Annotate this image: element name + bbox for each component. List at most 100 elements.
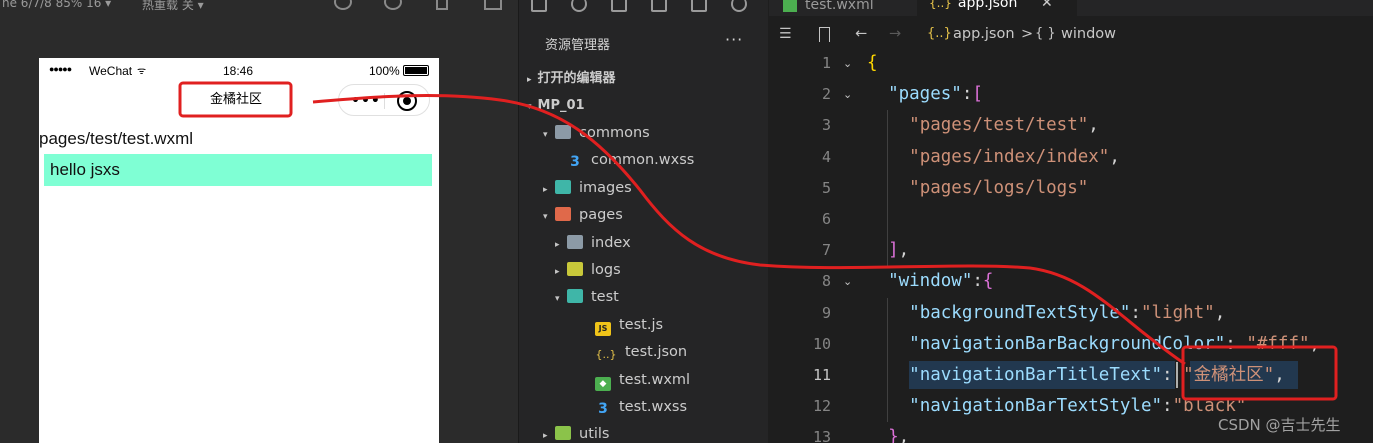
- code-line[interactable]: "navigationBarTitleText": "金橘社区",: [867, 360, 1285, 391]
- battery-icon: [403, 65, 429, 76]
- tree-item-label: test: [591, 289, 619, 306]
- source-control-icon[interactable]: [611, 0, 627, 12]
- json-icon: {..}: [595, 348, 617, 362]
- code-line[interactable]: ],: [867, 235, 909, 266]
- code-line[interactable]: },: [867, 422, 909, 443]
- files-icon[interactable]: [531, 0, 547, 12]
- css-icon: 3: [598, 401, 608, 417]
- indent-guide: [887, 110, 888, 267]
- tree-item-common-wxss[interactable]: 3 common.wxss: [555, 147, 694, 173]
- tab-test-wxml[interactable]: test.wxml: [783, 0, 874, 16]
- tree-item-utils[interactable]: ▸ utils: [543, 421, 610, 443]
- search-icon[interactable]: [571, 0, 587, 12]
- tree-item-label: logs: [591, 262, 621, 278]
- code-line[interactable]: "backgroundTextStyle":"light",: [867, 298, 1225, 329]
- project-section[interactable]: ▾ MP_01: [527, 95, 585, 117]
- tree-item-index[interactable]: ▸ index: [555, 230, 631, 256]
- tree-item-commons[interactable]: ▾ commons: [543, 120, 650, 146]
- forward-icon[interactable]: →: [889, 26, 901, 42]
- code-token: "navigationBarTitleText": [909, 365, 1163, 385]
- tree-item-label: test.wxml: [619, 371, 691, 388]
- wxml-file-icon: [783, 0, 797, 12]
- fold-icon[interactable]: ⌄: [843, 79, 852, 110]
- bookmark-icon[interactable]: [819, 27, 830, 42]
- fold-icon[interactable]: ⌄: [843, 266, 852, 297]
- tree-item-test-wxml[interactable]: ◆ test.wxml: [583, 367, 690, 393]
- tree-item-images[interactable]: ▸ images: [543, 175, 632, 201]
- code-token: ,: [898, 427, 910, 443]
- explorer-more-icon[interactable]: ···: [725, 30, 743, 49]
- extensions-icon[interactable]: [651, 0, 667, 12]
- refresh-icon[interactable]: [334, 0, 352, 10]
- close-tab-icon[interactable]: ✕: [1041, 0, 1053, 11]
- device-select[interactable]: ne 6/7/8 85% 16 ▾: [2, 0, 111, 10]
- code-token: {: [982, 271, 994, 292]
- code-token: "light": [1140, 302, 1215, 323]
- tree-item-test-json[interactable]: {..} test.json: [583, 339, 688, 365]
- line-number: 8: [821, 272, 831, 291]
- line-number: 12: [812, 397, 831, 416]
- line-number: 5: [821, 178, 831, 197]
- code-token: :: [1130, 302, 1141, 323]
- tree-item-test[interactable]: ▾ test: [555, 284, 619, 310]
- tree-item-label: commons: [579, 125, 650, 141]
- tree-item-pages[interactable]: ▾ pages: [543, 202, 623, 228]
- code-line[interactable]: {: [867, 48, 878, 79]
- hot-reload-toggle[interactable]: 热重载 关 ▾: [142, 0, 204, 13]
- code-token: "#fff": [1246, 333, 1310, 354]
- list-icon[interactable]: ☰: [779, 26, 792, 42]
- code-token: "navigationBarBackgroundColor": [909, 333, 1226, 354]
- fold-icon[interactable]: ⌄: [843, 48, 852, 79]
- line-number: 6: [821, 210, 831, 228]
- code-token: :: [1162, 365, 1184, 385]
- code-token: "navigationBarTextStyle": [909, 396, 1163, 417]
- code-token: :: [1225, 333, 1247, 354]
- window-icon[interactable]: [484, 0, 502, 10]
- code-line[interactable]: "pages/test/test",: [867, 110, 1099, 141]
- wifi-icon: ᯤ: [137, 66, 147, 77]
- breadcrumb-separator: >: [1021, 26, 1034, 42]
- code-line[interactable]: "navigationBarTextStyle":"black": [867, 391, 1246, 422]
- indent-guide: [887, 297, 888, 423]
- tree-item-test-js[interactable]: JS test.js: [583, 312, 663, 338]
- debug-icon[interactable]: [691, 0, 707, 12]
- tree-item-test-wxss[interactable]: 3 test.wxss: [583, 394, 687, 420]
- breadcrumb-file[interactable]: app.json: [953, 26, 1015, 42]
- tree-item-logs[interactable]: ▸ logs: [555, 257, 621, 283]
- more-icon[interactable]: •••: [351, 93, 381, 109]
- tab-app-json[interactable]: {..} app.json ✕: [917, 0, 1077, 16]
- watermark: CSDN @吉士先生: [1218, 416, 1341, 434]
- breadcrumb-node[interactable]: window: [1061, 26, 1116, 42]
- code-token: ]: [888, 240, 899, 261]
- open-editors-section[interactable]: ▸ 打开的编辑器: [527, 68, 616, 90]
- code-token: "window": [888, 271, 973, 292]
- code-token: }: [888, 427, 899, 443]
- code-token: ,: [1214, 302, 1226, 323]
- chevron-icon: ▸: [555, 239, 560, 250]
- cloud-icon[interactable]: [731, 0, 747, 12]
- tree-item-label: images: [579, 179, 632, 196]
- editor-tabs: test.wxml {..} app.json ✕: [769, 0, 1373, 16]
- line-number: 11: [812, 366, 831, 384]
- line-number: 1: [821, 54, 831, 72]
- tree-item-label: common.wxss: [591, 152, 695, 169]
- code-line[interactable]: "navigationBarBackgroundColor": "#fff",: [867, 329, 1320, 360]
- stop-icon[interactable]: [384, 0, 402, 10]
- code-line[interactable]: "pages/index/index",: [867, 142, 1120, 173]
- code-token: "金橘社区": [1183, 365, 1275, 385]
- code-line[interactable]: "pages":[: [867, 79, 983, 110]
- close-miniprogram-icon[interactable]: [397, 91, 417, 111]
- tree-item-label: index: [591, 234, 631, 251]
- code-line[interactable]: "pages/logs/logs": [867, 173, 1088, 204]
- chevron-icon: ▸: [555, 267, 560, 277]
- page-path-text: pages/test/test.wxml: [39, 129, 194, 148]
- code-line[interactable]: "window":{: [867, 266, 993, 297]
- phone-icon[interactable]: [436, 0, 448, 10]
- back-icon[interactable]: ←: [855, 26, 867, 42]
